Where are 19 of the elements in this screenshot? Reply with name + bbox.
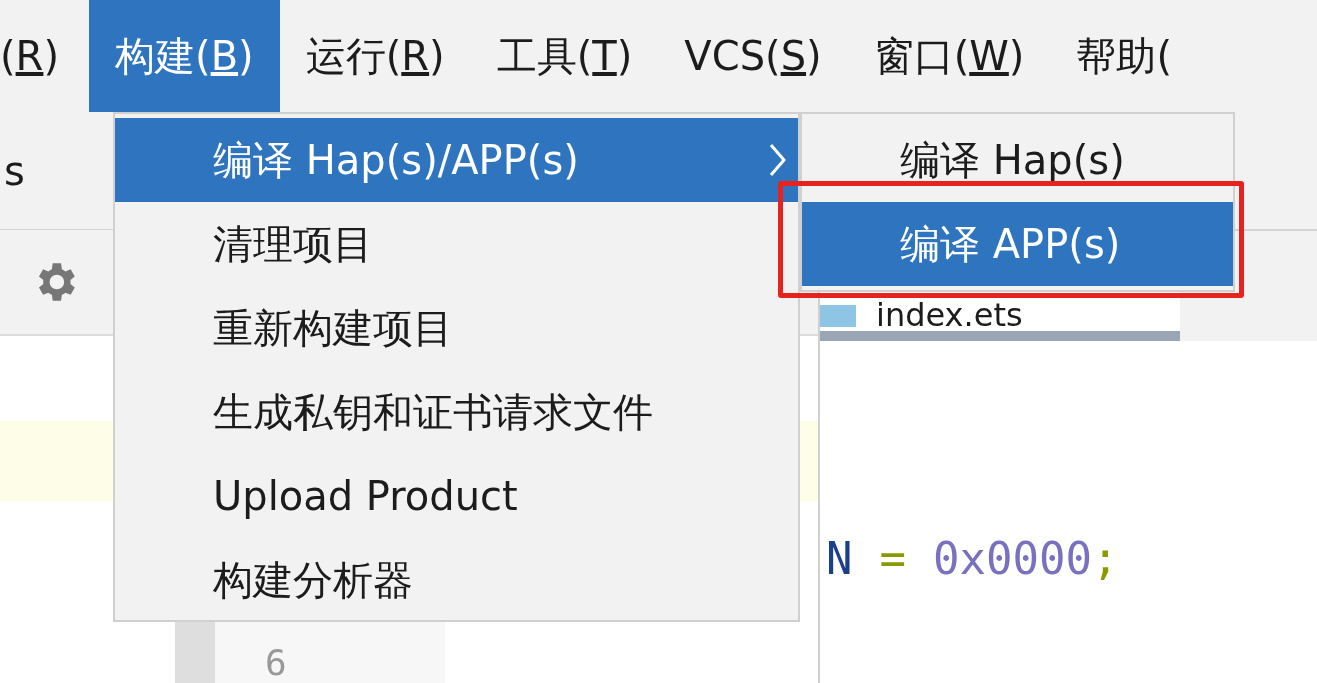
menu-item[interactable]: 编译 Hap(s)/APP(s) bbox=[115, 118, 798, 202]
menu-item[interactable]: 重新构建项目 bbox=[115, 286, 798, 370]
line-number: 6 bbox=[265, 642, 287, 683]
menu-item[interactable]: 构建分析器 bbox=[115, 538, 798, 622]
menu-item[interactable]: 生成私钥和证书请求文件 bbox=[115, 370, 798, 454]
menu-item[interactable]: 构建(B) bbox=[89, 0, 280, 112]
menu-item[interactable]: Upload Product bbox=[115, 454, 798, 538]
menu-item[interactable]: 编译 APP(s) bbox=[802, 202, 1233, 286]
menu-item[interactable]: 编译 Hap(s) bbox=[802, 118, 1233, 202]
panel-tab[interactable]: s bbox=[4, 147, 25, 194]
file-icon bbox=[820, 305, 856, 327]
menu-item[interactable]: 工具(T) bbox=[470, 0, 659, 112]
menu-item[interactable]: 运行(R) bbox=[279, 0, 471, 112]
menu-item[interactable]: VCS(S) bbox=[658, 0, 848, 112]
code-line: N = 0x0000; bbox=[826, 533, 1119, 584]
menu-item[interactable]: 窗口(W) bbox=[847, 0, 1051, 112]
menu-item[interactable]: 帮助( bbox=[1050, 0, 1199, 112]
menu-item[interactable]: (R) bbox=[0, 0, 89, 112]
menu-item[interactable]: 清理项目 bbox=[115, 202, 798, 286]
